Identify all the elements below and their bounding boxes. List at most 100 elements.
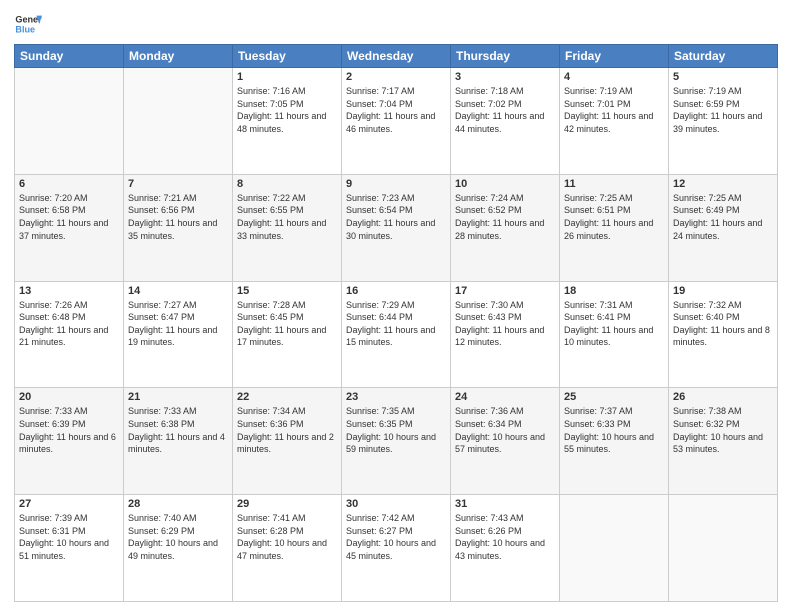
svg-text:Blue: Blue xyxy=(15,24,35,34)
day-info: Sunrise: 7:39 AM Sunset: 6:31 PM Dayligh… xyxy=(19,512,119,562)
day-info: Sunrise: 7:27 AM Sunset: 6:47 PM Dayligh… xyxy=(128,299,228,349)
day-number: 19 xyxy=(673,285,773,297)
calendar-cell: 31 Sunrise: 7:43 AM Sunset: 6:26 PM Dayli… xyxy=(451,495,560,602)
day-number: 23 xyxy=(346,391,446,403)
calendar-cell: 25Sunrise: 7:37 AM Sunset: 6:33 PM Dayli… xyxy=(560,388,669,495)
calendar-cell: 16 Sunrise: 7:29 AM Sunset: 6:44 PM Dayli… xyxy=(342,281,451,388)
calendar-cell: 7Sunrise: 7:21 AM Sunset: 6:56 PM Daylig… xyxy=(124,174,233,281)
calendar-cell: 15Sunrise: 7:28 AM Sunset: 6:45 PM Dayli… xyxy=(233,281,342,388)
column-header-friday: Friday xyxy=(560,45,669,68)
day-number: 12 xyxy=(673,178,773,190)
calendar-cell: 14 Sunrise: 7:27 AM Sunset: 6:47 PM Dayli… xyxy=(124,281,233,388)
day-number: 11 xyxy=(564,178,664,190)
day-info: Sunrise: 7:33 AM Sunset: 6:39 PM Dayligh… xyxy=(19,405,119,455)
calendar-cell: 4 Sunrise: 7:19 AM Sunset: 7:01 PM Daylig… xyxy=(560,68,669,175)
calendar-cell: 5Sunrise: 7:19 AM Sunset: 6:59 PM Daylig… xyxy=(669,68,778,175)
column-header-saturday: Saturday xyxy=(669,45,778,68)
day-info: Sunrise: 7:35 AM Sunset: 6:35 PM Dayligh… xyxy=(346,405,446,455)
day-info: Sunrise: 7:18 AM Sunset: 7:02 PM Dayligh… xyxy=(455,85,555,135)
calendar-cell: 29 Sunrise: 7:41 AM Sunset: 6:28 PM Dayli… xyxy=(233,495,342,602)
day-info: Sunrise: 7:25 AM Sunset: 6:51 PM Dayligh… xyxy=(564,192,664,242)
day-info: Sunrise: 7:16 AM Sunset: 7:05 PM Dayligh… xyxy=(237,85,337,135)
calendar-cell: 2 Sunrise: 7:17 AM Sunset: 7:04 PM Daylig… xyxy=(342,68,451,175)
day-info: Sunrise: 7:26 AM Sunset: 6:48 PM Dayligh… xyxy=(19,299,119,349)
calendar-cell xyxy=(669,495,778,602)
calendar-cell: 28 Sunrise: 7:40 AM Sunset: 6:29 PM Dayli… xyxy=(124,495,233,602)
day-number: 2 xyxy=(346,71,446,83)
day-number: 29 xyxy=(237,498,337,510)
day-number: 8 xyxy=(237,178,337,190)
calendar-cell: 12 Sunrise: 7:25 AM Sunset: 6:49 PM Dayli… xyxy=(669,174,778,281)
calendar-cell: 19 Sunrise: 7:32 AM Sunset: 6:40 PM Dayli… xyxy=(669,281,778,388)
calendar-cell: 18 Sunrise: 7:31 AM Sunset: 6:41 PM Dayli… xyxy=(560,281,669,388)
day-number: 28 xyxy=(128,498,228,510)
day-info: Sunrise: 7:22 AM Sunset: 6:55 PM Dayligh… xyxy=(237,192,337,242)
day-info: Sunrise: 7:28 AM Sunset: 6:45 PM Dayligh… xyxy=(237,299,337,349)
calendar-cell: 13Sunrise: 7:26 AM Sunset: 6:48 PM Dayli… xyxy=(15,281,124,388)
column-header-wednesday: Wednesday xyxy=(342,45,451,68)
day-info: Sunrise: 7:30 AM Sunset: 6:43 PM Dayligh… xyxy=(455,299,555,349)
day-number: 25 xyxy=(564,391,664,403)
day-number: 4 xyxy=(564,71,664,83)
day-info: Sunrise: 7:38 AM Sunset: 6:32 PM Dayligh… xyxy=(673,405,773,455)
day-number: 22 xyxy=(237,391,337,403)
calendar-table: SundayMondayTuesdayWednesdayThursdayFrid… xyxy=(14,44,778,602)
logo: General Blue xyxy=(14,10,42,38)
week-row-2: 6Sunrise: 7:20 AM Sunset: 6:58 PM Daylig… xyxy=(15,174,778,281)
calendar-cell xyxy=(560,495,669,602)
day-info: Sunrise: 7:36 AM Sunset: 6:34 PM Dayligh… xyxy=(455,405,555,455)
day-number: 31 xyxy=(455,498,555,510)
day-number: 26 xyxy=(673,391,773,403)
day-info: Sunrise: 7:41 AM Sunset: 6:28 PM Dayligh… xyxy=(237,512,337,562)
day-info: Sunrise: 7:24 AM Sunset: 6:52 PM Dayligh… xyxy=(455,192,555,242)
day-info: Sunrise: 7:31 AM Sunset: 6:41 PM Dayligh… xyxy=(564,299,664,349)
day-info: Sunrise: 7:29 AM Sunset: 6:44 PM Dayligh… xyxy=(346,299,446,349)
day-number: 24 xyxy=(455,391,555,403)
calendar-cell: 22 Sunrise: 7:34 AM Sunset: 6:36 PM Dayli… xyxy=(233,388,342,495)
calendar-cell: 30Sunrise: 7:42 AM Sunset: 6:27 PM Dayli… xyxy=(342,495,451,602)
day-info: Sunrise: 7:17 AM Sunset: 7:04 PM Dayligh… xyxy=(346,85,446,135)
day-info: Sunrise: 7:43 AM Sunset: 6:26 PM Dayligh… xyxy=(455,512,555,562)
column-header-monday: Monday xyxy=(124,45,233,68)
day-number: 14 xyxy=(128,285,228,297)
day-info: Sunrise: 7:19 AM Sunset: 7:01 PM Dayligh… xyxy=(564,85,664,135)
day-number: 18 xyxy=(564,285,664,297)
day-number: 10 xyxy=(455,178,555,190)
calendar-cell: 3Sunrise: 7:18 AM Sunset: 7:02 PM Daylig… xyxy=(451,68,560,175)
logo-icon: General Blue xyxy=(14,10,42,38)
day-number: 20 xyxy=(19,391,119,403)
calendar-cell: 6Sunrise: 7:20 AM Sunset: 6:58 PM Daylig… xyxy=(15,174,124,281)
calendar-cell xyxy=(15,68,124,175)
week-row-5: 27 Sunrise: 7:39 AM Sunset: 6:31 PM Dayli… xyxy=(15,495,778,602)
day-number: 21 xyxy=(128,391,228,403)
calendar-cell: 9 Sunrise: 7:23 AM Sunset: 6:54 PM Daylig… xyxy=(342,174,451,281)
calendar-cell: 10 Sunrise: 7:24 AM Sunset: 6:52 PM Dayli… xyxy=(451,174,560,281)
calendar-cell: 11 Sunrise: 7:25 AM Sunset: 6:51 PM Dayli… xyxy=(560,174,669,281)
day-number: 7 xyxy=(128,178,228,190)
calendar-cell: 1Sunrise: 7:16 AM Sunset: 7:05 PM Daylig… xyxy=(233,68,342,175)
day-info: Sunrise: 7:40 AM Sunset: 6:29 PM Dayligh… xyxy=(128,512,228,562)
header: General Blue xyxy=(14,10,778,38)
week-row-3: 13Sunrise: 7:26 AM Sunset: 6:48 PM Dayli… xyxy=(15,281,778,388)
week-row-4: 20 Sunrise: 7:33 AM Sunset: 6:39 PM Dayli… xyxy=(15,388,778,495)
calendar-cell: 23 Sunrise: 7:35 AM Sunset: 6:35 PM Dayli… xyxy=(342,388,451,495)
column-header-thursday: Thursday xyxy=(451,45,560,68)
day-info: Sunrise: 7:32 AM Sunset: 6:40 PM Dayligh… xyxy=(673,299,773,349)
calendar-cell: 27 Sunrise: 7:39 AM Sunset: 6:31 PM Dayli… xyxy=(15,495,124,602)
calendar-cell: 24 Sunrise: 7:36 AM Sunset: 6:34 PM Dayli… xyxy=(451,388,560,495)
calendar-cell: 21 Sunrise: 7:33 AM Sunset: 6:38 PM Dayli… xyxy=(124,388,233,495)
day-info: Sunrise: 7:33 AM Sunset: 6:38 PM Dayligh… xyxy=(128,405,228,455)
calendar-cell: 17Sunrise: 7:30 AM Sunset: 6:43 PM Dayli… xyxy=(451,281,560,388)
calendar-cell xyxy=(124,68,233,175)
day-number: 16 xyxy=(346,285,446,297)
day-number: 27 xyxy=(19,498,119,510)
day-info: Sunrise: 7:34 AM Sunset: 6:36 PM Dayligh… xyxy=(237,405,337,455)
day-number: 9 xyxy=(346,178,446,190)
day-number: 6 xyxy=(19,178,119,190)
day-info: Sunrise: 7:42 AM Sunset: 6:27 PM Dayligh… xyxy=(346,512,446,562)
calendar-cell: 26 Sunrise: 7:38 AM Sunset: 6:32 PM Dayli… xyxy=(669,388,778,495)
day-info: Sunrise: 7:25 AM Sunset: 6:49 PM Dayligh… xyxy=(673,192,773,242)
column-header-tuesday: Tuesday xyxy=(233,45,342,68)
day-info: Sunrise: 7:23 AM Sunset: 6:54 PM Dayligh… xyxy=(346,192,446,242)
calendar-header-row: SundayMondayTuesdayWednesdayThursdayFrid… xyxy=(15,45,778,68)
